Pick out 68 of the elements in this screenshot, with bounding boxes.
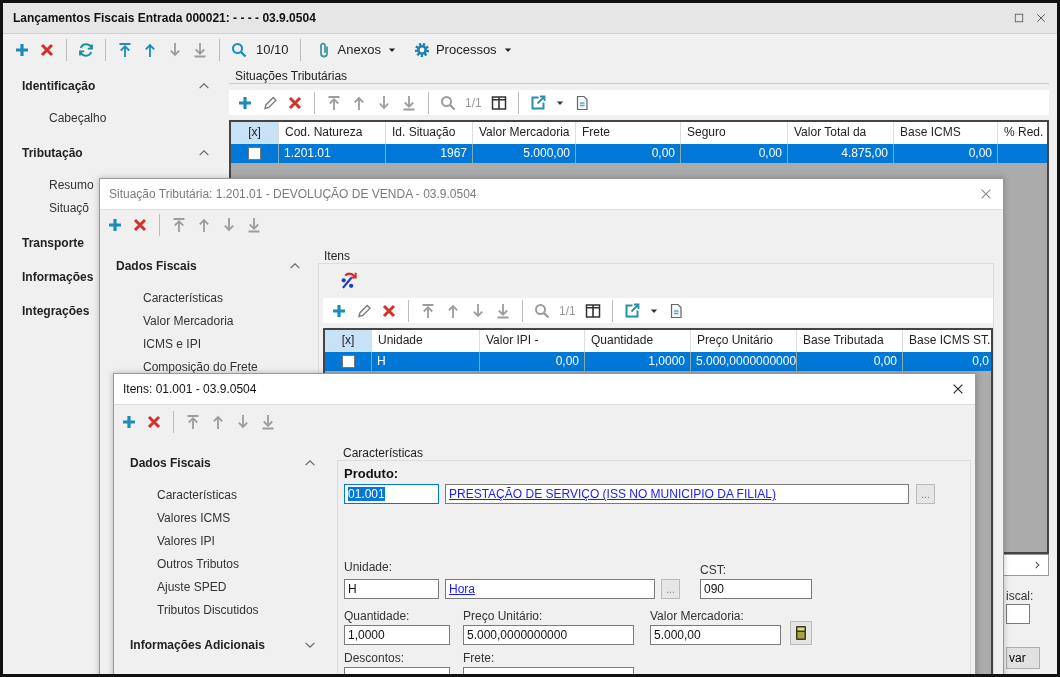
table-cell: 0,0 [972,354,989,368]
code-field[interactable]: H [344,579,439,599]
field-label: iscal: [1006,589,1035,603]
window-title: Situação Tributária: 1.201.01 - DEVOLUÇÃO DE VENDA - 03.9.0504 [109,187,477,201]
nav-item[interactable]: ICMS e IPI [143,333,302,356]
record-counter: 10/10 [256,42,289,57]
table-cell: 4.875,00 [841,146,888,160]
field-label: Frete: [463,651,496,665]
nav-item[interactable]: Ajuste SPED [157,576,317,599]
value-field[interactable]: 5.000,00 [650,625,781,645]
field-label: Produto: [344,467,400,481]
cst-field[interactable]: 090 [700,579,812,599]
column-header[interactable]: [x] [325,330,372,352]
nav-item[interactable]: Tributos Discutidos [157,599,317,622]
record-counter: 1/1 [559,303,576,318]
field-label: Unidade: [344,560,394,574]
record-counter: 1/1 [465,95,482,110]
table-cell: H [377,354,386,368]
window-title: Itens: 01.001 - 03.9.0504 [123,382,257,396]
table-cell: 5.000,00 [523,146,570,160]
field-label: Valor Mercadoria: [650,609,745,623]
section-title[interactable]: Tributação [22,146,83,160]
section-title[interactable]: Dados Fiscais [130,456,211,470]
field-label: CST: [700,563,727,577]
group-title: Situações Tributárias [234,69,349,83]
table-cell: 1.201.01 [284,146,331,160]
section-title[interactable]: Informações [22,270,94,284]
menu-button[interactable]: Processos [409,41,517,58]
table-cell: 0,00 [968,146,992,160]
table-cell: 0,00 [873,354,897,368]
nav-item[interactable]: Características [143,287,302,310]
table-cell: 5.000,0000000000 [696,354,796,368]
nav-item[interactable]: Outros Tributos [157,553,317,576]
nav-item[interactable]: Características [157,484,317,507]
table-cell: 0,00 [555,354,579,368]
field-label: Preço Unitário: [463,609,544,623]
description-field[interactable]: Hora [445,579,655,599]
nav-item[interactable]: Valor Mercadoria [143,310,302,333]
lookup-button[interactable]: ... [916,484,935,504]
section-title[interactable]: Transporte [22,236,84,250]
section-title[interactable]: Dados Fiscais [116,259,197,273]
section-title[interactable]: Informações Adicionais [130,638,265,652]
table-row[interactable]: 1.201.01 1967 5.000,00 0,00 0,00 4.875,00 0,00 [231,144,1047,163]
table-cell: 0,00 [758,146,782,160]
code-field[interactable]: 01.001 [344,484,439,504]
table-row[interactable]: H 0,00 1,0000 5.000,0000000000 0,00 0,0 [325,352,991,371]
group-title: Itens [323,249,351,263]
table-cell: 1967 [440,146,467,160]
column-header[interactable]: [x] [231,122,279,144]
nav-item[interactable]: Valores ICMS [157,507,317,530]
field-label: Descontos: [344,651,406,665]
unit-link[interactable]: Hora [449,582,475,596]
lookup-button[interactable]: ... [661,579,680,599]
table-cell: 1,0000 [648,354,685,368]
action-button[interactable]: var [1006,647,1040,669]
group-title: Características [342,446,425,460]
nav-item[interactable]: Cabeçalho [49,107,211,130]
description-field[interactable]: PRESTAÇÃO DE SERVIÇO (ISS NO MUNICIPIO DA FILIAL) [445,484,909,504]
section-title[interactable]: Integrações [22,304,90,318]
field-label: Quantidade: [344,609,411,623]
nav-item[interactable]: Valores IPI [157,530,317,553]
product-link[interactable]: PRESTAÇÃO DE SERVIÇO (ISS NO MUNICIPIO DA FILIAL) [449,487,776,501]
price-field[interactable]: 5.000,0000000000 [463,625,634,645]
quantity-field[interactable]: 1,0000 [344,625,450,645]
section-title[interactable]: Identificação [22,79,96,93]
table-cell: 0,00 [651,146,675,160]
window-title: Lançamentos Fiscais Entrada 000021: - - - - 03.9.0504 [13,11,316,25]
menu-button[interactable]: Anexos [311,41,401,58]
